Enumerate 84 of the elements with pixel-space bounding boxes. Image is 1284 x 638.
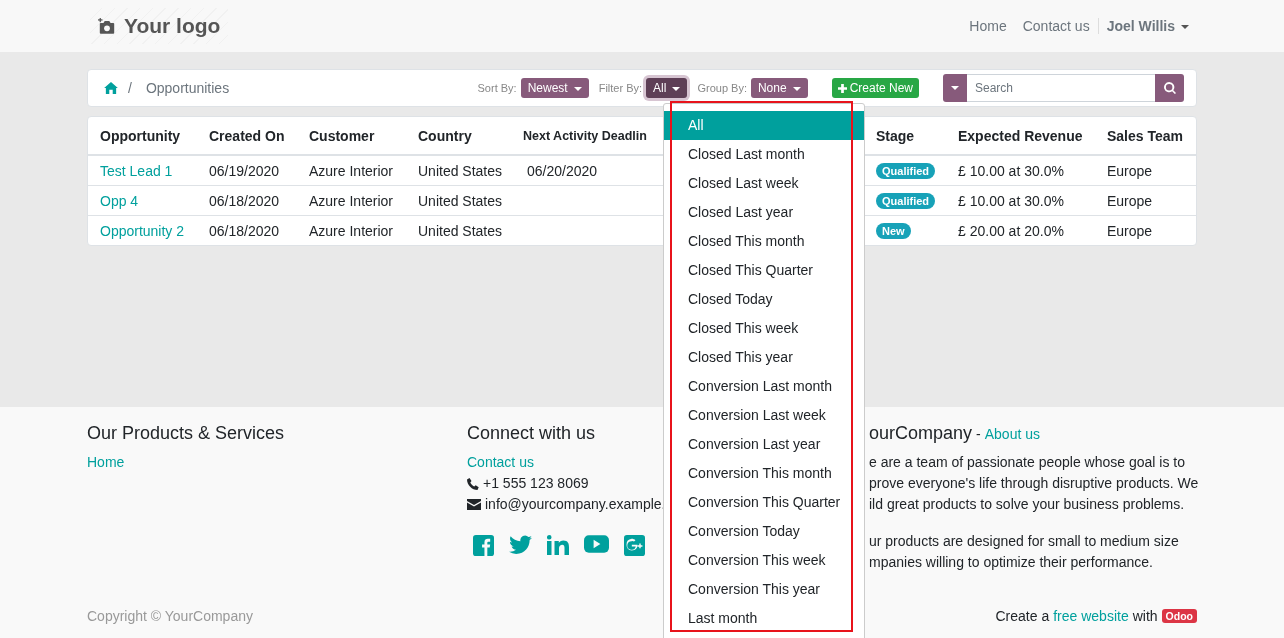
breadcrumb-current: Opportunities xyxy=(145,80,230,96)
credit-text: with xyxy=(1132,608,1158,624)
filter-option[interactable]: Closed Last week xyxy=(664,169,864,198)
video-play-icon xyxy=(584,535,609,553)
credit-text: Create a xyxy=(995,608,1050,624)
table-cell: 06/18/2020 xyxy=(209,222,280,239)
filter-option[interactable]: Closed Today xyxy=(664,285,864,314)
table-cell: 06/19/2020 xyxy=(209,162,280,179)
filter-option[interactable]: Closed Last year xyxy=(664,198,864,227)
about-paragraph: e are a team of passionate people whose goal is to prove everyone's life through disruptive products. We ild great products to solve your business problems. xyxy=(869,453,1199,514)
phone-number: +1 555 123 8069 xyxy=(483,474,589,493)
stage-badge: Qualified xyxy=(876,193,936,209)
filter-option[interactable]: Closed This week xyxy=(664,314,864,343)
filter-option[interactable]: Closed This month xyxy=(664,227,864,256)
plus-icon xyxy=(837,83,847,93)
filter-option[interactable]: Conversion Last month xyxy=(664,372,864,401)
table-cell: Azure Interior xyxy=(309,192,394,209)
caret-icon xyxy=(792,86,801,91)
footer-heading: ourCompany xyxy=(869,423,973,444)
table-cell: Azure Interior xyxy=(309,162,394,179)
google-plus-icon xyxy=(624,535,645,556)
filter-option[interactable]: Conversion This Quarter xyxy=(664,488,864,517)
column-header: Expected Revenue xyxy=(946,117,1095,155)
logo-text: Your logo xyxy=(124,14,221,38)
column-header: Customer xyxy=(297,117,406,155)
footer-heading: Our Products & Services xyxy=(87,423,285,444)
filter-option[interactable]: Conversion Today xyxy=(664,517,864,546)
user-menu[interactable]: Joel Willis xyxy=(1097,18,1197,34)
filter-option[interactable]: Closed This year xyxy=(664,343,864,372)
table-cell: United States xyxy=(418,222,503,239)
about-paragraph: ur products are designed for small to medium size mpanies willing to optimize their performance. xyxy=(869,532,1179,572)
caret-icon xyxy=(672,86,681,91)
search-options-button[interactable] xyxy=(943,74,967,102)
caret-icon xyxy=(1181,25,1189,30)
table-cell: Europe xyxy=(1107,222,1153,239)
phone-icon xyxy=(467,477,479,490)
search-icon xyxy=(1163,82,1176,94)
filter-option[interactable]: Closed This Quarter xyxy=(664,256,864,285)
table-cell: Europe xyxy=(1107,162,1153,179)
search-field[interactable]: Search xyxy=(967,74,1155,102)
table-cell: United States xyxy=(418,192,503,209)
sort-dropdown[interactable]: Newest xyxy=(520,78,589,98)
column-header: Opportunity xyxy=(88,117,197,155)
table-cell: £ 20.00 at 20.0% xyxy=(958,222,1064,239)
column-header: Country xyxy=(406,117,515,155)
copyright-text: Copyright © YourCompany xyxy=(87,608,253,624)
home-icon xyxy=(104,82,118,94)
search-button[interactable] xyxy=(1155,74,1184,102)
filter-option[interactable]: Conversion This month xyxy=(664,459,864,488)
breadcrumb-separator: / xyxy=(128,80,132,96)
table-cell: Europe xyxy=(1107,192,1153,209)
brand-badge: Odoo xyxy=(1161,609,1197,623)
email-address: info@yourcompany.example. xyxy=(485,495,666,514)
camera-icon xyxy=(98,17,116,35)
nav-link[interactable]: Contact us xyxy=(1014,18,1098,34)
dropdown-label: Group By: xyxy=(697,82,747,94)
filter-option[interactable]: Conversion Last year xyxy=(664,430,864,459)
table-cell: Azure Interior xyxy=(309,222,394,239)
table-cell: 06/18/2020 xyxy=(209,192,280,209)
table-cell: £ 10.00 at 30.0% xyxy=(958,162,1064,179)
filter-option[interactable]: Last month xyxy=(664,604,864,633)
filter-dropdown[interactable]: All xyxy=(646,78,688,98)
bird-icon xyxy=(509,535,532,555)
filter-option[interactable]: Conversion This week xyxy=(664,546,864,575)
envelope-icon xyxy=(467,499,481,510)
dropdown-label: Filter By: xyxy=(598,82,643,94)
group-dropdown[interactable]: None xyxy=(750,78,808,98)
filter-option[interactable]: Conversion This year xyxy=(664,575,864,604)
column-header: Sales Team xyxy=(1095,117,1196,155)
table-cell: 06/20/2020 xyxy=(527,162,598,179)
footer-heading: Connect with us xyxy=(467,423,596,444)
nav-link[interactable]: Home xyxy=(961,18,1015,34)
column-header: Created On xyxy=(197,117,297,155)
caret-icon xyxy=(951,86,959,90)
heading-separator: - xyxy=(976,426,981,442)
stage-badge: Qualified xyxy=(876,163,936,179)
stage-badge: New xyxy=(876,223,911,239)
caret-icon xyxy=(573,86,582,91)
table-cell: United States xyxy=(418,162,503,179)
facebook-icon xyxy=(473,535,494,556)
table-cell: £ 10.00 at 30.0% xyxy=(958,192,1064,209)
dropdown-label: Sort By: xyxy=(477,82,517,94)
filter-option[interactable]: Conversion Last week xyxy=(664,401,864,430)
linkedin-icon xyxy=(547,535,569,555)
